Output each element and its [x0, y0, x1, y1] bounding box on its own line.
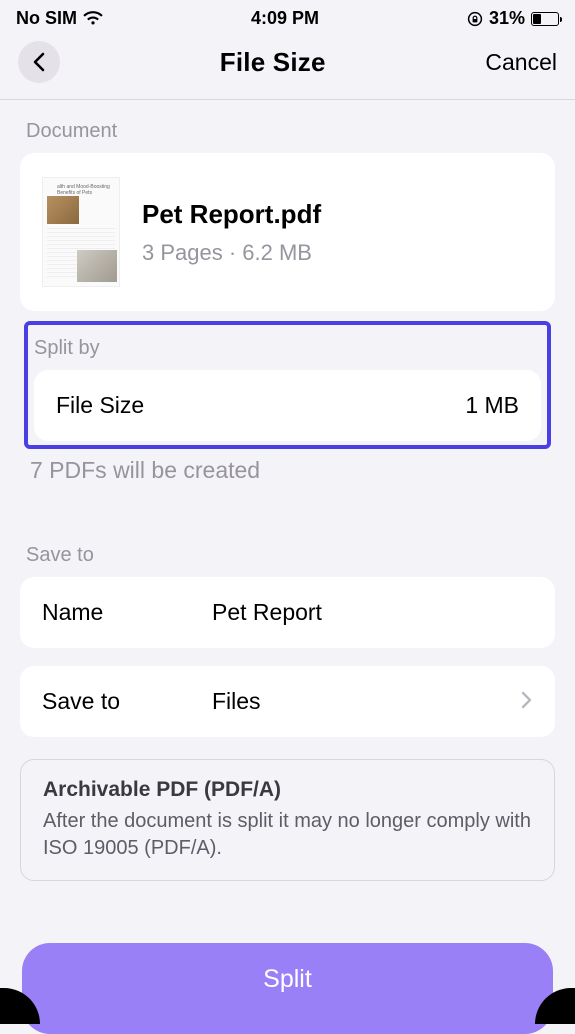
save-name-value: Pet Report: [212, 599, 533, 626]
battery-percent: 31%: [489, 8, 525, 29]
document-section: Document alth and Mood-Boosting Benefits…: [0, 100, 575, 311]
pdfa-notice: Archivable PDF (PDF/A) After the documen…: [20, 759, 555, 881]
save-destination-row[interactable]: Save to Files: [20, 666, 555, 737]
chevron-right-icon: [521, 688, 533, 715]
section-label-split: Split by: [34, 329, 541, 370]
chevron-left-icon: [32, 52, 46, 72]
orientation-lock-icon: [467, 11, 483, 27]
split-by-highlight: Split by File Size 1 MB: [24, 321, 551, 449]
nav-header: File Size Cancel: [0, 33, 575, 99]
clock: 4:09 PM: [251, 8, 319, 29]
save-name-label: Name: [42, 599, 212, 626]
split-result-hint: 7 PDFs will be created: [20, 449, 555, 484]
back-button[interactable]: [18, 41, 60, 83]
split-button[interactable]: Split: [22, 943, 553, 1034]
document-filename: Pet Report.pdf: [142, 199, 321, 230]
section-label-document: Document: [20, 100, 555, 153]
status-bar: No SIM 4:09 PM 31%: [0, 0, 575, 33]
wifi-icon: [83, 11, 103, 26]
pdfa-notice-body: After the document is split it may no lo…: [43, 808, 532, 862]
section-label-save: Save to: [20, 524, 555, 577]
document-thumbnail: alth and Mood-Boosting Benefits of Pets: [42, 177, 120, 287]
split-size-value: 1 MB: [226, 392, 519, 419]
cancel-button[interactable]: Cancel: [485, 49, 557, 76]
pdfa-notice-title: Archivable PDF (PDF/A): [43, 778, 532, 802]
battery-icon: [531, 12, 559, 26]
save-name-row[interactable]: Name Pet Report: [20, 577, 555, 648]
document-meta: 3 Pages · 6.2 MB: [142, 240, 321, 266]
save-destination-value: Files: [212, 688, 521, 715]
document-card: alth and Mood-Boosting Benefits of Pets …: [20, 153, 555, 311]
carrier-label: No SIM: [16, 8, 77, 29]
split-mode-label: File Size: [56, 392, 226, 419]
save-section: Save to Name Pet Report Save to Files: [0, 524, 575, 737]
page-title: File Size: [60, 47, 485, 78]
save-destination-label: Save to: [42, 688, 212, 715]
split-by-row[interactable]: File Size 1 MB: [34, 370, 541, 441]
